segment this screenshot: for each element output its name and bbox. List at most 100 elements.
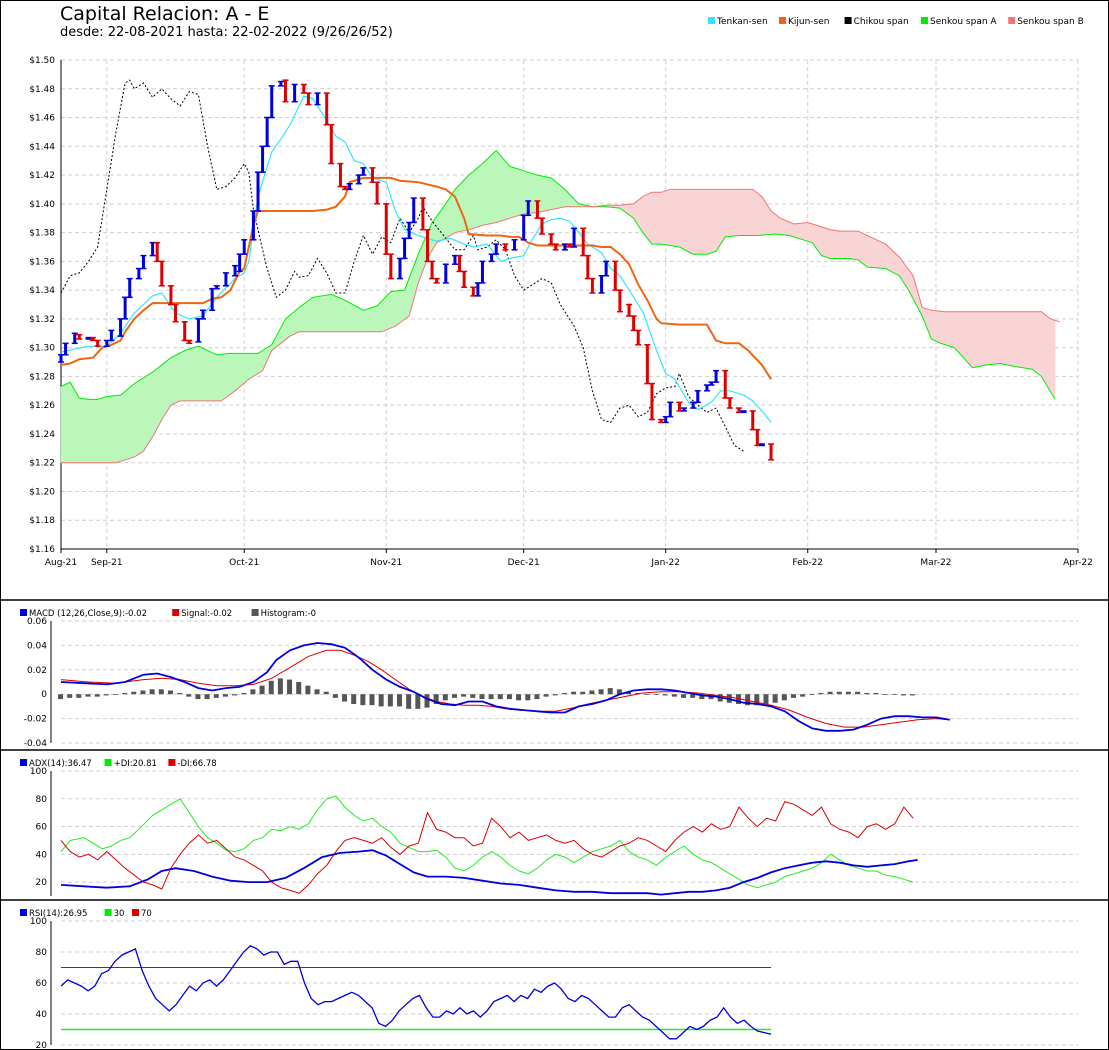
cloud-segment <box>759 194 763 236</box>
cloud-segment <box>72 385 76 464</box>
histogram-bar <box>506 694 512 700</box>
cloud-segment <box>335 295 339 333</box>
cloud-segment <box>342 298 346 333</box>
cloud-segment <box>333 294 337 333</box>
histogram-bar <box>103 694 109 696</box>
cloud-segment <box>672 189 676 247</box>
histogram-bar <box>387 694 393 707</box>
cloud-segment <box>880 241 884 269</box>
cloud-segment <box>193 346 197 402</box>
histogram-bar <box>671 694 677 697</box>
histogram-bar <box>415 694 421 709</box>
legend-label: -DI:66.78 <box>177 759 216 769</box>
cloud-segment <box>285 316 289 341</box>
cloud-segment <box>821 226 825 257</box>
cloud-segment <box>324 294 328 333</box>
cloud-segment <box>1004 311 1008 366</box>
cloud-segment <box>805 222 809 242</box>
cloud-segment <box>857 230 861 263</box>
cloud-segment <box>679 189 683 249</box>
cloud-segment <box>479 162 483 227</box>
cloud-segment <box>699 189 703 255</box>
y-tick-label: 20 <box>36 878 48 888</box>
cloud-segment <box>232 353 236 394</box>
cloud-segment <box>667 189 671 246</box>
cloud-segment <box>647 192 650 243</box>
cloud-segment <box>170 356 174 406</box>
y-tick-label: $1.18 <box>29 516 55 526</box>
cloud-segment <box>892 249 896 274</box>
legend-label: +DI:20.81 <box>114 759 157 769</box>
cloud-segment <box>388 290 392 330</box>
y-tick-label: 0 <box>41 690 47 700</box>
histogram-bar <box>552 694 558 696</box>
cloud-segment <box>1043 312 1047 386</box>
cloud-segment <box>326 294 330 333</box>
cloud-segment <box>832 229 836 259</box>
y-tick-label: $1.42 <box>29 171 55 181</box>
y-tick-label: $1.36 <box>29 257 55 267</box>
cloud-segment <box>159 364 163 425</box>
cloud-segment <box>1018 311 1022 368</box>
y-tick-label: 80 <box>36 948 48 958</box>
cloud-segment <box>385 293 389 331</box>
y-tick-label: $1.26 <box>29 401 55 411</box>
cloud-segment <box>502 157 506 221</box>
cloud-segment <box>234 353 238 392</box>
cloud-segment <box>887 245 891 272</box>
cloud-segment <box>202 347 206 402</box>
legend-swatch <box>168 759 176 766</box>
cloud-segment <box>129 384 133 459</box>
cloud-segment <box>979 311 983 367</box>
cloud-segment <box>747 189 751 236</box>
cloud-segment <box>674 189 678 247</box>
cloud-segment <box>117 394 121 463</box>
cloud-segment <box>960 311 964 359</box>
cloud-segment <box>988 311 992 365</box>
cloud-segment <box>79 397 82 464</box>
cloud-segment <box>246 353 250 382</box>
cloud-segment <box>855 230 859 261</box>
cloud-segment <box>454 186 458 233</box>
x-tick-label: Dec-21 <box>508 558 540 568</box>
cloud-segment <box>241 353 245 386</box>
y-tick-label: $1.32 <box>29 315 55 325</box>
cloud-segment <box>301 303 305 333</box>
histogram-bar <box>781 694 787 701</box>
histogram-bar <box>488 694 494 700</box>
cloud-segment <box>1022 311 1026 369</box>
cloud-segment <box>225 353 229 399</box>
cloud-segment <box>731 189 735 237</box>
cloud-segment <box>188 347 192 402</box>
cloud-segment <box>253 353 256 377</box>
histogram-bar <box>561 692 567 695</box>
cloud-segment <box>1050 318 1054 397</box>
cloud-segment <box>967 311 971 367</box>
cloud-segment <box>340 297 344 333</box>
cloud-segment <box>493 149 497 224</box>
cloud-segment <box>995 311 999 365</box>
y-tick-label: -0.02 <box>24 715 47 725</box>
cloud-segment <box>337 296 341 333</box>
cloud-segment <box>369 306 373 333</box>
cloud-segment <box>138 378 142 455</box>
cloud-segment <box>766 202 770 236</box>
outer-frame <box>0 0 1109 1050</box>
cloud-segment <box>1029 311 1033 370</box>
cloud-segment <box>523 170 527 215</box>
cloud-segment <box>981 311 985 367</box>
legend-swatch <box>921 17 928 24</box>
cloud-segment <box>770 210 774 235</box>
cloud-segment <box>74 388 78 464</box>
cloud-segment <box>972 311 976 369</box>
cloud-segment <box>830 229 834 259</box>
cloud-segment <box>740 189 744 236</box>
cloud-segment <box>344 299 348 333</box>
cloud-segment <box>663 190 667 246</box>
cloud-segment <box>947 311 951 347</box>
cloud-segment <box>642 195 646 237</box>
cloud-segment <box>392 290 396 328</box>
cloud-segment <box>218 354 222 402</box>
cloud-segment <box>477 164 481 228</box>
histogram-bar <box>910 694 916 696</box>
